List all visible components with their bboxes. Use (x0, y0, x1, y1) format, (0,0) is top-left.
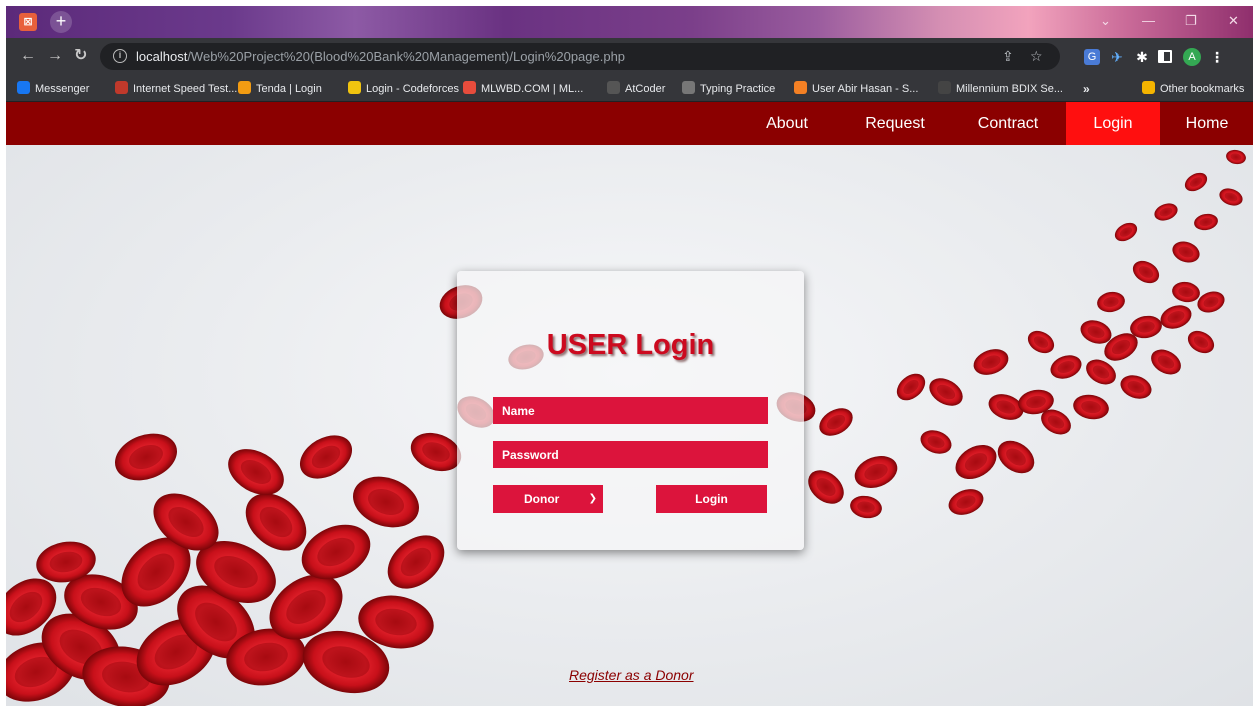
nav-login[interactable]: Login (1066, 102, 1160, 145)
password-input[interactable] (493, 441, 768, 468)
translate-extension-icon[interactable]: G (1084, 49, 1100, 65)
bookmark-label: Typing Practice (700, 83, 776, 95)
bookmark-item[interactable]: Tenda | Login (238, 81, 322, 97)
nav-about[interactable]: About (753, 102, 821, 145)
register-donor-link[interactable]: Register as a Donor (569, 666, 694, 684)
chevron-down-icon: ❯ (588, 493, 597, 504)
browser-window: ⊠ + ⌄ — ❐ ✕ ← → ↻ i localhost/Web%20Proj… (6, 6, 1253, 706)
bookmarks-overflow-button[interactable]: » (1083, 81, 1090, 97)
name-input[interactable] (493, 397, 768, 424)
bookmark-item[interactable]: Typing Practice (682, 81, 775, 97)
login-title: USER Login (546, 329, 715, 361)
bookmark-label: User Abir Hasan - S... (812, 83, 919, 95)
title-bar: ⊠ + ⌄ — ❐ ✕ (6, 6, 1253, 38)
role-select-value: Donor (524, 492, 560, 506)
url-input[interactable]: i localhost/Web%20Project%20(Blood%20Ban… (100, 43, 1060, 70)
side-panel-icon[interactable] (1158, 50, 1172, 63)
bookmark-favicon-icon (682, 81, 695, 94)
bookmark-item[interactable]: Millennium BDIX Se... (938, 81, 1063, 97)
bookmark-favicon-icon (238, 81, 251, 94)
bookmark-label: AtCoder (625, 83, 666, 95)
bookmark-item[interactable]: User Abir Hasan - S... (794, 81, 918, 97)
nav-contract[interactable]: Contract (964, 102, 1052, 145)
bookmark-label: Millennium BDIX Se... (956, 83, 1063, 95)
other-bookmarks-folder[interactable]: Other bookmarks (1142, 81, 1244, 97)
airplane-extension-icon[interactable]: ✈ (1109, 49, 1125, 65)
url-text[interactable]: localhost/Web%20Project%20(Blood%20Bank%… (136, 48, 625, 65)
bookmark-item[interactable]: Login - Codeforces (348, 81, 459, 97)
login-card: USER Login Donor ❯ Login (457, 271, 804, 550)
tab-search-icon[interactable]: ⌄ (1100, 12, 1111, 30)
nav-home[interactable]: Home (1169, 102, 1245, 145)
folder-icon (1142, 81, 1155, 94)
bookmark-favicon-icon (794, 81, 807, 94)
bookmark-item[interactable]: Internet Speed Test... (115, 81, 237, 97)
minimize-icon[interactable]: — (1142, 12, 1155, 30)
star-icon[interactable]: ☆ (1030, 47, 1043, 65)
bookmark-label: Login - Codeforces (366, 83, 459, 95)
bookmark-favicon-icon (348, 81, 361, 94)
role-select[interactable]: Donor ❯ (493, 485, 603, 513)
nav-request[interactable]: Request (852, 102, 938, 145)
bookmark-item[interactable]: Messenger (17, 81, 89, 97)
bookmark-label: Tenda | Login (256, 83, 322, 95)
page-viewport: About Request Contract Login Home USER L… (6, 102, 1253, 706)
xampp-tab-icon[interactable]: ⊠ (19, 13, 37, 31)
bookmark-favicon-icon (17, 81, 30, 94)
site-navbar: About Request Contract Login Home (6, 102, 1253, 145)
bookmark-label: MLWBD.COM | ML... (481, 83, 584, 95)
login-button[interactable]: Login (656, 485, 767, 513)
bookmark-label: Internet Speed Test... (133, 83, 238, 95)
info-icon[interactable]: i (113, 49, 127, 63)
address-bar: ← → ↻ i localhost/Web%20Project%20(Blood… (6, 38, 1253, 76)
bookmark-item[interactable]: MLWBD.COM | ML... (463, 81, 583, 97)
close-icon[interactable]: ✕ (1228, 12, 1239, 30)
profile-avatar[interactable]: A (1183, 48, 1201, 66)
bookmark-favicon-icon (115, 81, 128, 94)
bookmarks-bar: Messenger Internet Speed Test... Tenda | L… (6, 76, 1253, 102)
reload-icon[interactable]: ↻ (74, 47, 87, 65)
bookmark-label: Messenger (35, 83, 90, 95)
bookmark-item[interactable]: AtCoder (607, 81, 665, 97)
new-tab-button[interactable]: + (50, 11, 72, 33)
bookmark-favicon-icon (463, 81, 476, 94)
menu-kebab-icon[interactable]: ⋮ (1209, 49, 1225, 65)
maximize-icon[interactable]: ❐ (1185, 12, 1197, 30)
extensions-puzzle-icon[interactable]: ✱ (1134, 49, 1150, 65)
share-icon[interactable]: ⇪ (1002, 47, 1014, 65)
bookmark-favicon-icon (938, 81, 951, 94)
bookmark-favicon-icon (607, 81, 620, 94)
forward-icon[interactable]: → (47, 47, 63, 65)
back-icon[interactable]: ← (20, 47, 36, 65)
